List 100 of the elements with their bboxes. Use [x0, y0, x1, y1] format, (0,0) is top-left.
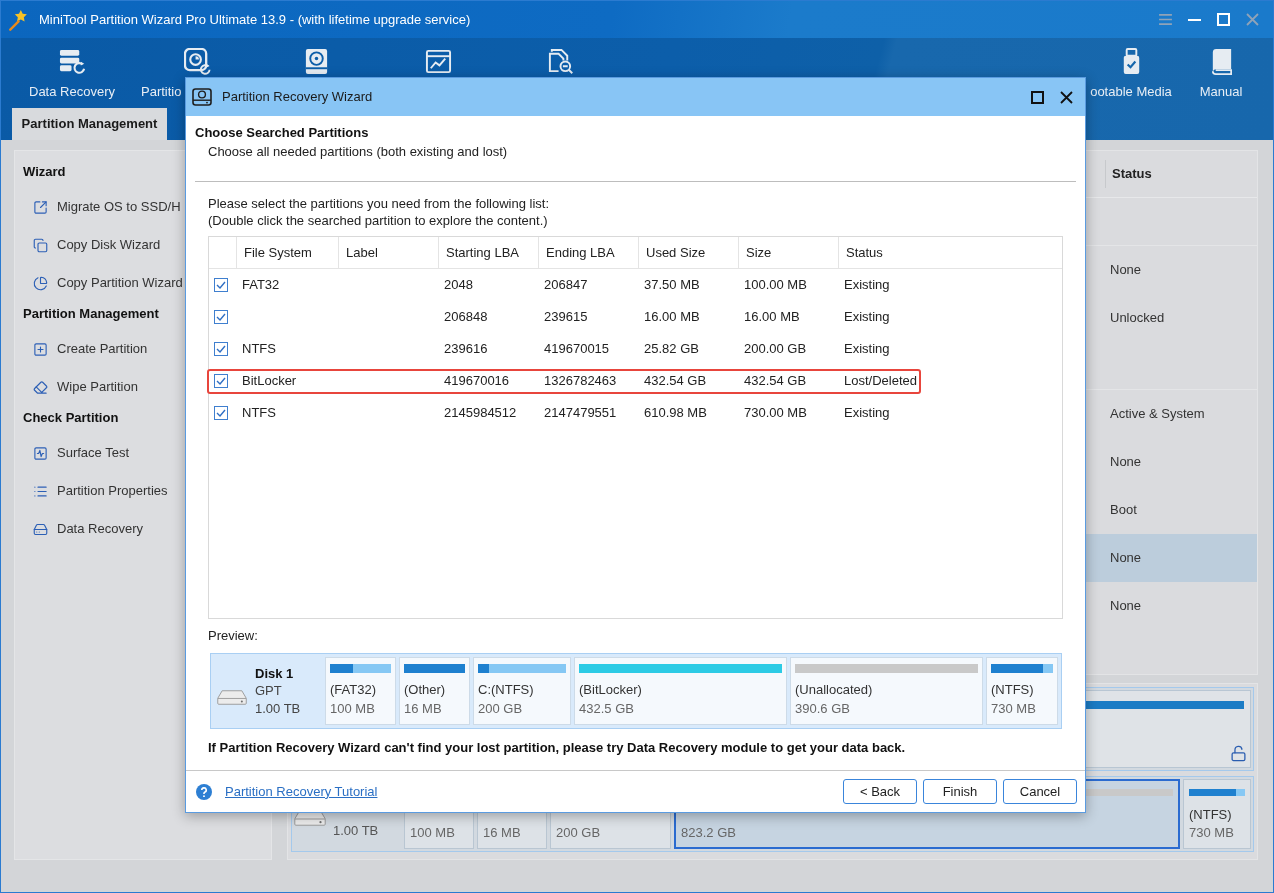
partition-label: (NTFS): [1189, 808, 1233, 822]
column-header: Status: [1112, 165, 1152, 184]
maximize-icon: [1030, 90, 1044, 104]
partition-block[interactable]: (NTFS) 730 MB: [1183, 779, 1251, 849]
instruction-text: Please select the partitions you need from the following list:: [208, 195, 550, 212]
partition-size: 16 MB: [483, 826, 522, 840]
table-cell-text: 200.00 GB: [744, 340, 807, 359]
toolbar-button[interactable]: ootable Media: [1086, 38, 1176, 108]
column-header: Size: [746, 243, 772, 262]
checkbox[interactable]: [214, 406, 228, 420]
pulse-square-icon: [33, 445, 48, 461]
sidebar-item[interactable]: Copy Disk Wizard: [23, 226, 161, 264]
table-cell-text: 16.00 MB: [744, 308, 800, 327]
drive-icon: [33, 521, 48, 537]
table-cell-text: 419670015: [544, 340, 610, 359]
dialog-title: Partition Recovery Wizard: [222, 88, 373, 107]
menu-icon: [1158, 14, 1172, 25]
dialog-subheading: Choose all needed partitions (both existing and lost): [208, 144, 508, 160]
tab[interactable]: Partition Management: [12, 108, 167, 140]
table-cell-text: 239616: [444, 340, 488, 359]
copy-icon: [33, 237, 48, 253]
server-refresh-icon: [58, 48, 86, 75]
partition-block[interactable]: (Unallocated) 390.6 GB: [790, 657, 983, 725]
table-cell-text: 16.00 MB: [644, 308, 700, 327]
close-icon: [1245, 13, 1259, 26]
table-cell-text: 610.98 MB: [644, 404, 707, 423]
checkbox[interactable]: [214, 310, 228, 324]
toolbar-button[interactable]: Data Recovery: [11, 38, 133, 108]
column-header: Status: [846, 243, 883, 262]
table-cell: None: [1086, 534, 1257, 582]
table-cell-text: Boot: [1109, 501, 1138, 520]
partition-size: 16 MB: [404, 701, 443, 716]
table-cell-text: 2048: [444, 276, 473, 295]
checkmark-icon: [216, 345, 226, 353]
sidebar-item[interactable]: Create Partition: [23, 330, 148, 368]
instruction-text: (Double click the searched partition to explore the content.): [208, 212, 548, 229]
partition-size: 200 GB: [478, 701, 524, 716]
chart-window-icon: [424, 48, 452, 75]
table-cell-text: None: [1109, 261, 1143, 280]
sidebar-item[interactable]: Partition Properties: [23, 472, 168, 510]
checkbox[interactable]: [214, 278, 228, 292]
table-cell-text: Lost/Deleted: [844, 372, 917, 391]
disk-type: GPT: [255, 681, 283, 700]
table-cell-text: Existing: [844, 276, 890, 295]
table-cell-text: 239615: [544, 308, 588, 327]
partition-block[interactable]: (Other) 16 MB: [399, 657, 470, 725]
window-title: MiniTool Partition Wizard Pro Ultimate 13.9 - (with lifetime upgrade service): [39, 10, 471, 29]
table-cell-text: 206847: [544, 276, 588, 295]
partition-label: (BitLocker): [579, 682, 643, 697]
notice-text: If Partition Recovery Wizard can't find your lost partition, please try Data Recovery module to get your data back.: [208, 740, 906, 756]
tutorial-link[interactable]: Partition Recovery Tutorial: [225, 781, 378, 802]
plus-square-icon: [33, 341, 48, 357]
partition-size: 200 GB: [556, 826, 602, 840]
sidebar-item[interactable]: Data Recovery: [23, 510, 143, 548]
drive-icon: [217, 689, 247, 705]
list-icon: [33, 483, 48, 499]
disk-name: Disk 1: [255, 664, 295, 682]
sidebar-item[interactable]: Copy Partition Wizard: [23, 264, 183, 302]
checkmark-icon: [216, 281, 226, 289]
checkbox[interactable]: [214, 342, 228, 356]
column-header: File System: [244, 243, 312, 262]
table-cell-text: 206848: [444, 308, 488, 327]
partition-label: (Unallocated): [795, 682, 874, 697]
partition-block[interactable]: (FAT32) 100 MB: [325, 657, 396, 725]
table-cell-text: BitLocker: [242, 372, 297, 391]
preview-label: Preview:: [208, 628, 258, 644]
dialog-button[interactable]: < Back: [843, 779, 917, 804]
table-cell-text: NTFS: [242, 404, 276, 423]
square-arrow-icon: [33, 199, 48, 215]
unlocked-padlock-icon: [1230, 745, 1247, 762]
checkmark-icon: [216, 313, 226, 321]
column-header: Ending LBA: [546, 243, 615, 262]
partition-label: (FAT32): [330, 682, 377, 697]
checkbox[interactable]: [214, 374, 228, 388]
table-cell-text: Existing: [844, 404, 890, 423]
table-cell-text: None: [1109, 597, 1143, 616]
checkmark-icon: [216, 377, 226, 385]
help-icon: [196, 783, 212, 800]
partition-block[interactable]: (NTFS) 730 MB: [986, 657, 1058, 725]
toolbar-button[interactable]: Manual: [1176, 38, 1266, 108]
sidebar-item[interactable]: Surface Test: [23, 434, 130, 472]
partition-size: 100 MB: [330, 701, 376, 716]
document-search-icon: [546, 48, 574, 75]
table-cell-text: 25.82 GB: [644, 340, 699, 359]
sidebar-item[interactable]: Wipe Partition: [23, 368, 138, 406]
disk-size: 1.00 TB: [333, 824, 379, 838]
table-cell-text: Unlocked: [1109, 309, 1166, 328]
column-header: Starting LBA: [446, 243, 519, 262]
dialog-button[interactable]: Finish: [923, 779, 997, 804]
table-cell-text: 2147479551: [544, 404, 617, 423]
dialog-button[interactable]: Cancel: [1003, 779, 1077, 804]
close-icon: [1059, 90, 1073, 104]
dialog-heading: Choose Searched Partitions: [195, 125, 369, 141]
partition-block[interactable]: (BitLocker) 432.5 GB: [574, 657, 787, 725]
toolbar-button[interactable]: Partitio: [141, 38, 211, 108]
partition-size: 823.2 GB: [681, 826, 737, 840]
sidebar-item[interactable]: Migrate OS to SSD/H: [23, 188, 181, 226]
table-cell-text: 1326782463: [544, 372, 617, 391]
minimize-icon: [1187, 18, 1201, 21]
partition-block[interactable]: C:(NTFS) 200 GB: [473, 657, 571, 725]
